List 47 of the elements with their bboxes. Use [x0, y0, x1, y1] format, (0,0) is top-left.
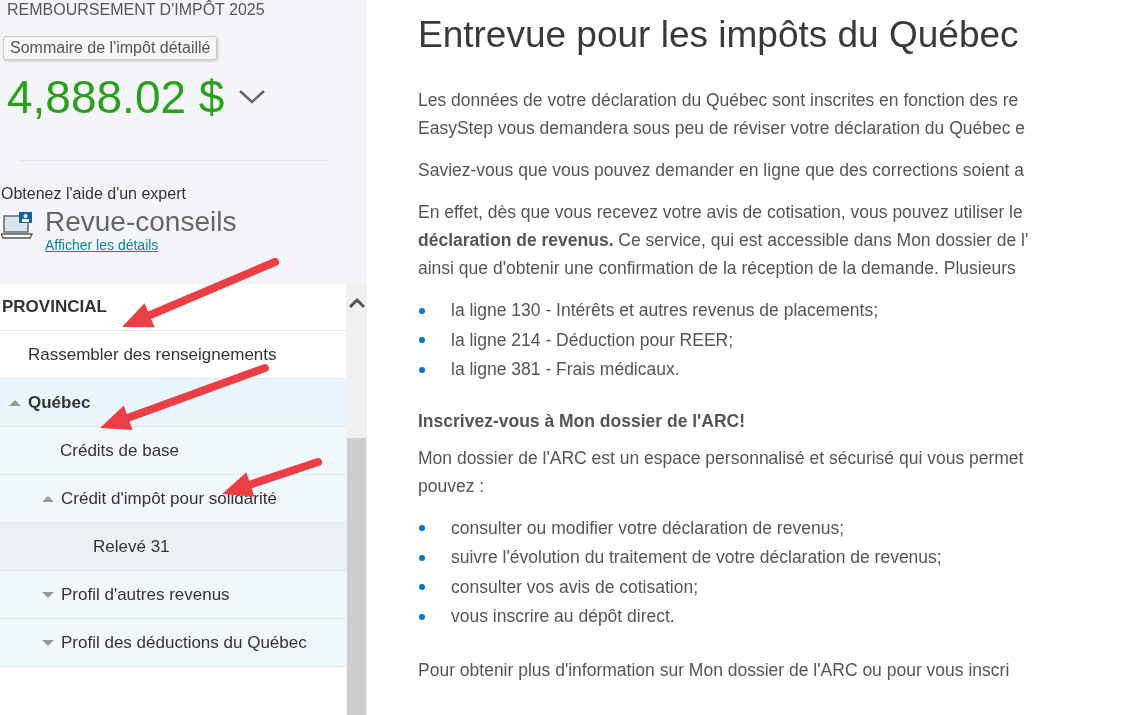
paragraph: Mon dossier de l'ARC est un espace personnalisé et sécurisé qui vous permet pouvez : — [418, 446, 1025, 498]
nav-item[interactable]: Profil des déductions du Québec — [0, 619, 346, 667]
paragraph: Saviez-vous que vous pouvez demander en ligne que des corrections soient a — [418, 159, 1026, 182]
caret-down-icon[interactable] — [42, 592, 54, 598]
nav-item[interactable]: Québec — [0, 379, 346, 427]
nav-label: Crédits de base — [60, 440, 180, 462]
bullet-icon — [419, 525, 425, 532]
refund-amount: 4,888.02 $ — [7, 70, 225, 125]
paragraph: En effet, dès que vous recevez votre avis de cotisation, vous pouvez utiliser le déclaration de revenus. Ce service, qui est accessible dans Mon dossier de l' ainsi que d'obtenir une confirmation de la réception de la demande. Plusieurs — [418, 201, 1030, 280]
nav-label: Rassembler des renseignements — [28, 344, 277, 366]
scrollbar-thumb[interactable] — [347, 438, 366, 715]
section-heading: Inscrivez-vous à Mon dossier de l'ARC! — [418, 409, 746, 433]
bullet-icon — [419, 337, 425, 344]
page-title: Entrevue pour les impôts du Québec — [418, 14, 1020, 56]
bullet-icon — [419, 366, 425, 373]
caret-up-icon[interactable] — [42, 496, 54, 502]
refund-label: REMBOURSEMENT D'IMPÔT 2025 — [7, 1, 266, 19]
list-item: la ligne 381 - Frais médicaux. — [451, 359, 680, 381]
tooltip: Sommaire de l'impôt détaillé — [3, 36, 218, 60]
nav-label: Crédit d'impôt pour solidarité — [61, 488, 277, 510]
list-item: suivre l'évolution du traitement de votre déclaration de revenus; — [451, 547, 942, 569]
expert-prompt: Obtenez l'aide d'un expert — [1, 185, 187, 203]
paragraph: Pour obtenir plus d'information sur Mon dossier de l'ARC ou pour vous inscri — [418, 658, 1011, 682]
scroll-up-icon[interactable] — [347, 296, 366, 310]
details-link[interactable]: Afficher les détails — [45, 237, 237, 253]
nav-item[interactable]: Relevé 31 — [0, 523, 346, 571]
chevron-down-icon[interactable] — [238, 89, 267, 105]
service-title: Revue-conseils — [45, 207, 237, 237]
caret-down-icon[interactable] — [42, 640, 54, 646]
bullet-icon — [419, 584, 425, 591]
nav-label: Profil d'autres revenus — [61, 584, 230, 606]
bullet-icon — [419, 307, 425, 314]
nav-item[interactable]: Crédits de base — [0, 427, 346, 475]
nav-label: Québec — [28, 392, 91, 414]
bullet-icon — [419, 613, 425, 620]
nav-label: Profil des déductions du Québec — [61, 632, 307, 654]
caret-up-icon[interactable] — [9, 400, 21, 406]
nav-item[interactable]: Profil d'autres revenus — [0, 571, 346, 619]
paragraph: Les données de votre déclaration du Québec sont inscrites en fonction des re EasyStep vous demandera sous peu de réviser votre déclaration du Québec e — [418, 89, 1027, 140]
list-item: la ligne 130 - Intérêts et autres revenus de placements; — [451, 300, 879, 322]
nav-label: Relevé 31 — [93, 536, 170, 558]
bullet-icon — [419, 554, 425, 561]
list-item: la ligne 214 - Déduction pour REER; — [451, 329, 734, 351]
list-item: consulter vos avis de cotisation; — [451, 576, 699, 598]
nav-item[interactable]: Crédit d'impôt pour solidarité — [0, 475, 346, 523]
list-item: consulter ou modifier votre déclaration de revenus; — [451, 517, 844, 539]
list-item: vous inscrire au dépôt direct. — [451, 606, 675, 628]
